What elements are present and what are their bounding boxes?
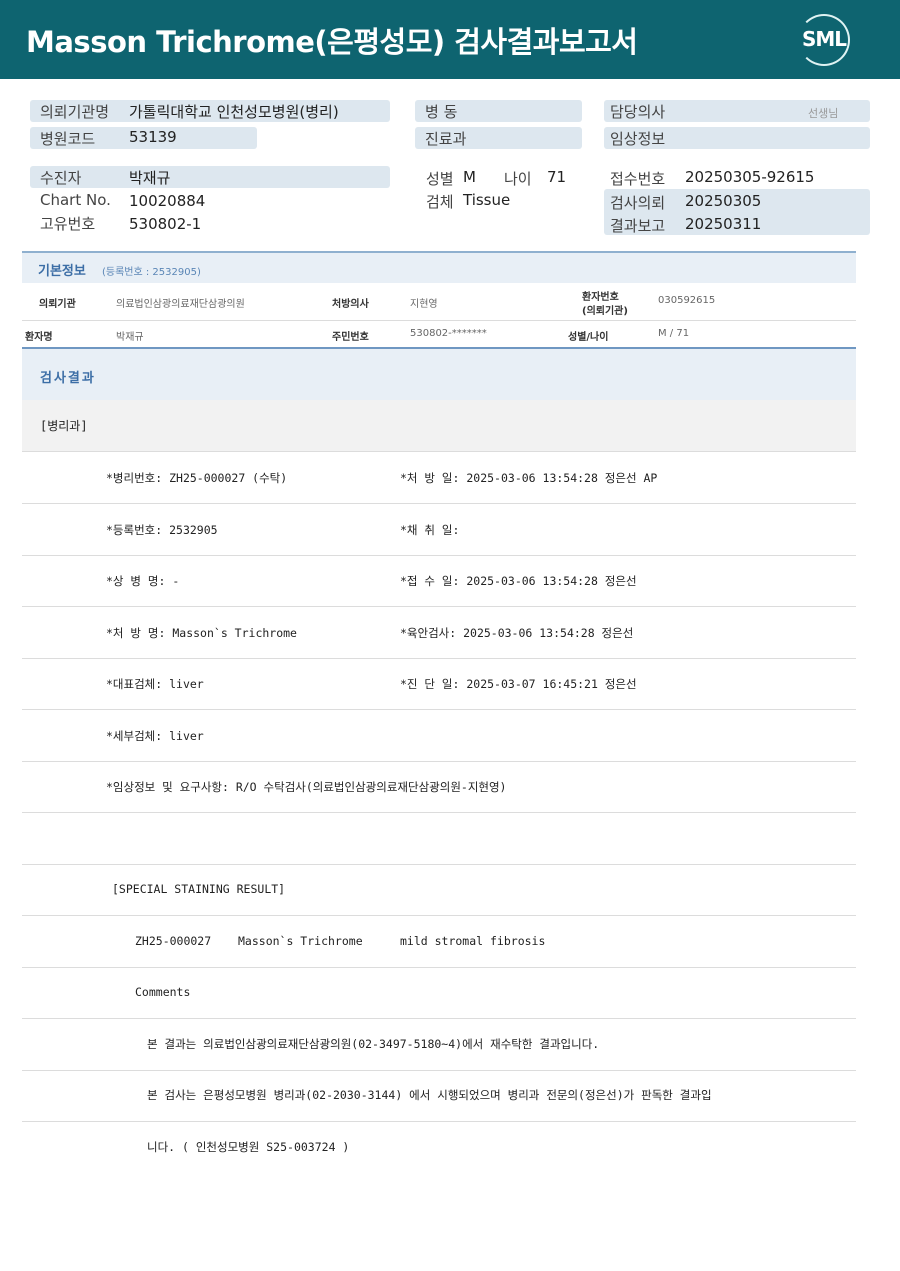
result-row-left: *병리번호: ZH25-000027 (수탁) (106, 471, 288, 485)
logo-text: SML (802, 27, 847, 51)
sml-logo-icon: SML (798, 14, 852, 66)
chart-label: Chart No. (40, 191, 111, 209)
result-row-right: *채 취 일: (400, 523, 460, 537)
patient-name-value: 박재규 (116, 332, 144, 343)
patient-no-label: 환자번호 (582, 292, 619, 303)
special-id: ZH25-000027 (135, 934, 212, 948)
result-row-right: *진 단 일: 2025-03-07 16:45:21 정은선 (400, 677, 637, 691)
sex-label: 성별 (426, 170, 454, 188)
specimen-label: 검체 (426, 193, 454, 211)
special-stain: Masson`s Trichrome (238, 934, 363, 948)
result-row: *처 방 명: Masson`s Trichrome *육안검사: 2025-0… (22, 607, 856, 659)
result-row: *상 병 명: - *접 수 일: 2025-03-06 13:54:28 정은… (22, 555, 856, 607)
results-header: 검사결과 (22, 347, 856, 401)
results-title: 검사결과 (40, 371, 96, 386)
result-row-right: *접 수 일: 2025-03-06 13:54:28 정은선 (400, 574, 637, 588)
doctor-suffix: 선생님 (808, 107, 839, 120)
hospital-code-label: 병원코드 (40, 130, 96, 148)
sex-value: M (463, 168, 476, 186)
hospital-code-value: 53139 (129, 128, 177, 146)
result-row-right: *육안검사: 2025-03-06 13:54:28 정은선 (400, 626, 634, 640)
basic-info-row-2: 환자명 박재규 주민번호 530802-******* 성별/나이 M / 71 (22, 321, 856, 346)
specimen-value: Tissue (463, 191, 511, 209)
comment-row: 본 검사는 은평성모병원 병리과(02-2030-3144) 에서 시행되었으며… (22, 1070, 856, 1122)
result-row-left: *임상정보 및 요구사항: R/O 수탁검사(의료법인삼광의료재단삼광의원-지현… (106, 780, 507, 794)
basic-info-row-1: 의뢰기관 의료법인삼광의료재단삼광의원 처방의사 지현영 환자번호 (의뢰기관)… (22, 283, 856, 321)
ward-label: 병 동 (425, 103, 458, 121)
blank-row (22, 813, 856, 865)
resident-no-value: 530802-******* (410, 328, 487, 339)
org-value: 의료법인삼광의료재단삼광의원 (116, 299, 245, 310)
request-value: 20250305 (685, 192, 762, 210)
comments-label: Comments (135, 985, 191, 999)
comment-row: 니다. ( 인천성모병원 S25-003724 ) (22, 1122, 856, 1173)
requester-value: 가톨릭대학교 인천성모병원(병리) (129, 103, 339, 121)
unique-value: 530802-1 (129, 215, 202, 233)
unique-label: 고유번호 (40, 215, 96, 233)
special-result: mild stromal fibrosis (400, 934, 546, 948)
basic-info-reg-no: (등록번호 : 2532905) (102, 267, 201, 278)
doctor-label: 담당의사 (610, 103, 666, 121)
clinical-label: 임상정보 (610, 130, 666, 148)
age-label: 나이 (504, 170, 532, 188)
basic-info-header: 기본정보 (등록번호 : 2532905) (22, 251, 856, 283)
age-value: 71 (547, 168, 567, 186)
patient-name-label: 환자명 (25, 332, 53, 343)
patient-bar (30, 166, 390, 188)
comment-row: 본 결과는 의료법인삼광의료재단삼광의원(02-3497-5180~4)에서 재… (22, 1019, 856, 1071)
resident-no-label: 주민번호 (332, 332, 369, 343)
result-row-left: *대표검체: liver (106, 677, 204, 691)
comment-3: 니다. ( 인천성모병원 S25-003724 ) (147, 1140, 350, 1154)
pathology-dept-row: [병리과] (22, 400, 856, 452)
sex-age-value: M / 71 (658, 328, 690, 339)
result-row: *대표검체: liver *진 단 일: 2025-03-07 16:45:21… (22, 658, 856, 710)
result-row-right: *처 방 일: 2025-03-06 13:54:28 정은선 AP (400, 471, 658, 485)
result-row: *임상정보 및 요구사항: R/O 수탁검사(의료법인삼광의료재단삼광의원-지현… (22, 761, 856, 813)
org-label: 의뢰기관 (39, 299, 76, 310)
dept-label: 진료과 (425, 130, 467, 148)
basic-info-title: 기본정보 (38, 264, 86, 279)
result-row-left: *처 방 명: Masson`s Trichrome (106, 626, 297, 640)
result-row: *병리번호: ZH25-000027 (수탁) *처 방 일: 2025-03-… (22, 452, 856, 504)
prescriber-label: 처방의사 (332, 299, 369, 310)
patient-label: 수진자 (40, 169, 82, 187)
request-label: 검사의뢰 (610, 194, 666, 212)
report-label: 결과보고 (610, 217, 666, 235)
comment-1: 본 결과는 의료법인삼광의료재단삼광의원(02-3497-5180~4)에서 재… (147, 1037, 600, 1051)
prescriber-value: 지현영 (410, 299, 438, 310)
patient-value: 박재규 (129, 169, 171, 187)
chart-value: 10020884 (129, 192, 206, 210)
patient-no-value: 030592615 (658, 295, 716, 306)
patient-no-sublabel: (의뢰기관) (582, 306, 628, 317)
result-row-left: *상 병 명: - (106, 574, 180, 588)
pathology-dept-label: [병리과] (40, 419, 88, 433)
comments-row: Comments (22, 967, 856, 1019)
report-title: Masson Trichrome(은평성모) 검사결과보고서 (26, 25, 638, 59)
sex-age-label: 성별/나이 (568, 332, 609, 343)
result-row: *등록번호: 2532905 *채 취 일: (22, 504, 856, 556)
special-result-row: ZH25-000027 Masson`s Trichrome mild stro… (22, 916, 856, 968)
comment-2: 본 검사는 은평성모병원 병리과(02-2030-3144) 에서 시행되었으며… (147, 1088, 712, 1102)
special-title-row: [SPECIAL STAINING RESULT] (22, 864, 856, 916)
special-title: [SPECIAL STAINING RESULT] (112, 882, 286, 896)
requester-label: 의뢰기관명 (40, 103, 110, 121)
report-value: 20250311 (685, 215, 762, 233)
report-header: Masson Trichrome(은평성모) 검사결과보고서 SML (0, 0, 900, 79)
receipt-label: 접수번호 (610, 170, 666, 188)
result-row-left: *세부검체: liver (106, 729, 204, 743)
result-row: *세부검체: liver (22, 710, 856, 762)
receipt-value: 20250305-92615 (685, 168, 815, 186)
result-row-left: *등록번호: 2532905 (106, 523, 218, 537)
